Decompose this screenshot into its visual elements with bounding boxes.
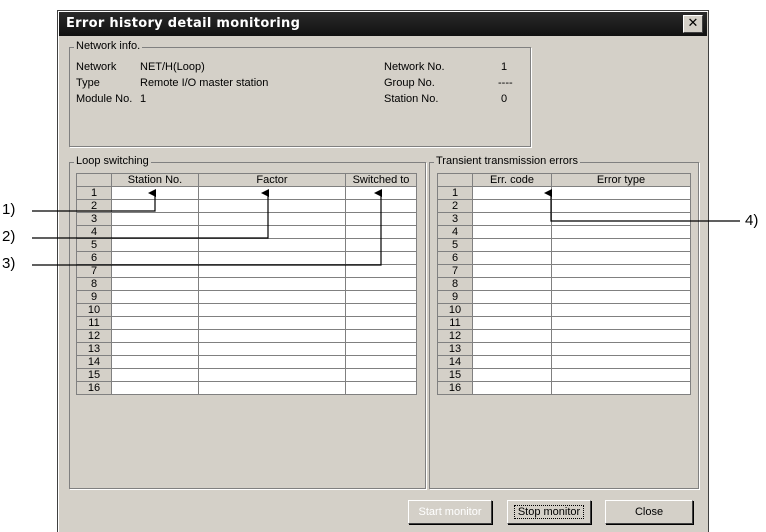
callout-3: 3) — [2, 255, 16, 272]
callout-1: 1) — [2, 201, 16, 218]
callout-line-2 — [32, 189, 269, 239]
callout-line-1 — [32, 189, 156, 212]
callout-line-3 — [32, 189, 382, 266]
callout-line-4 — [544, 189, 740, 222]
callout-2: 2) — [2, 228, 16, 245]
callout-overlay — [32, 189, 740, 266]
callout-4: 4) — [745, 212, 759, 229]
